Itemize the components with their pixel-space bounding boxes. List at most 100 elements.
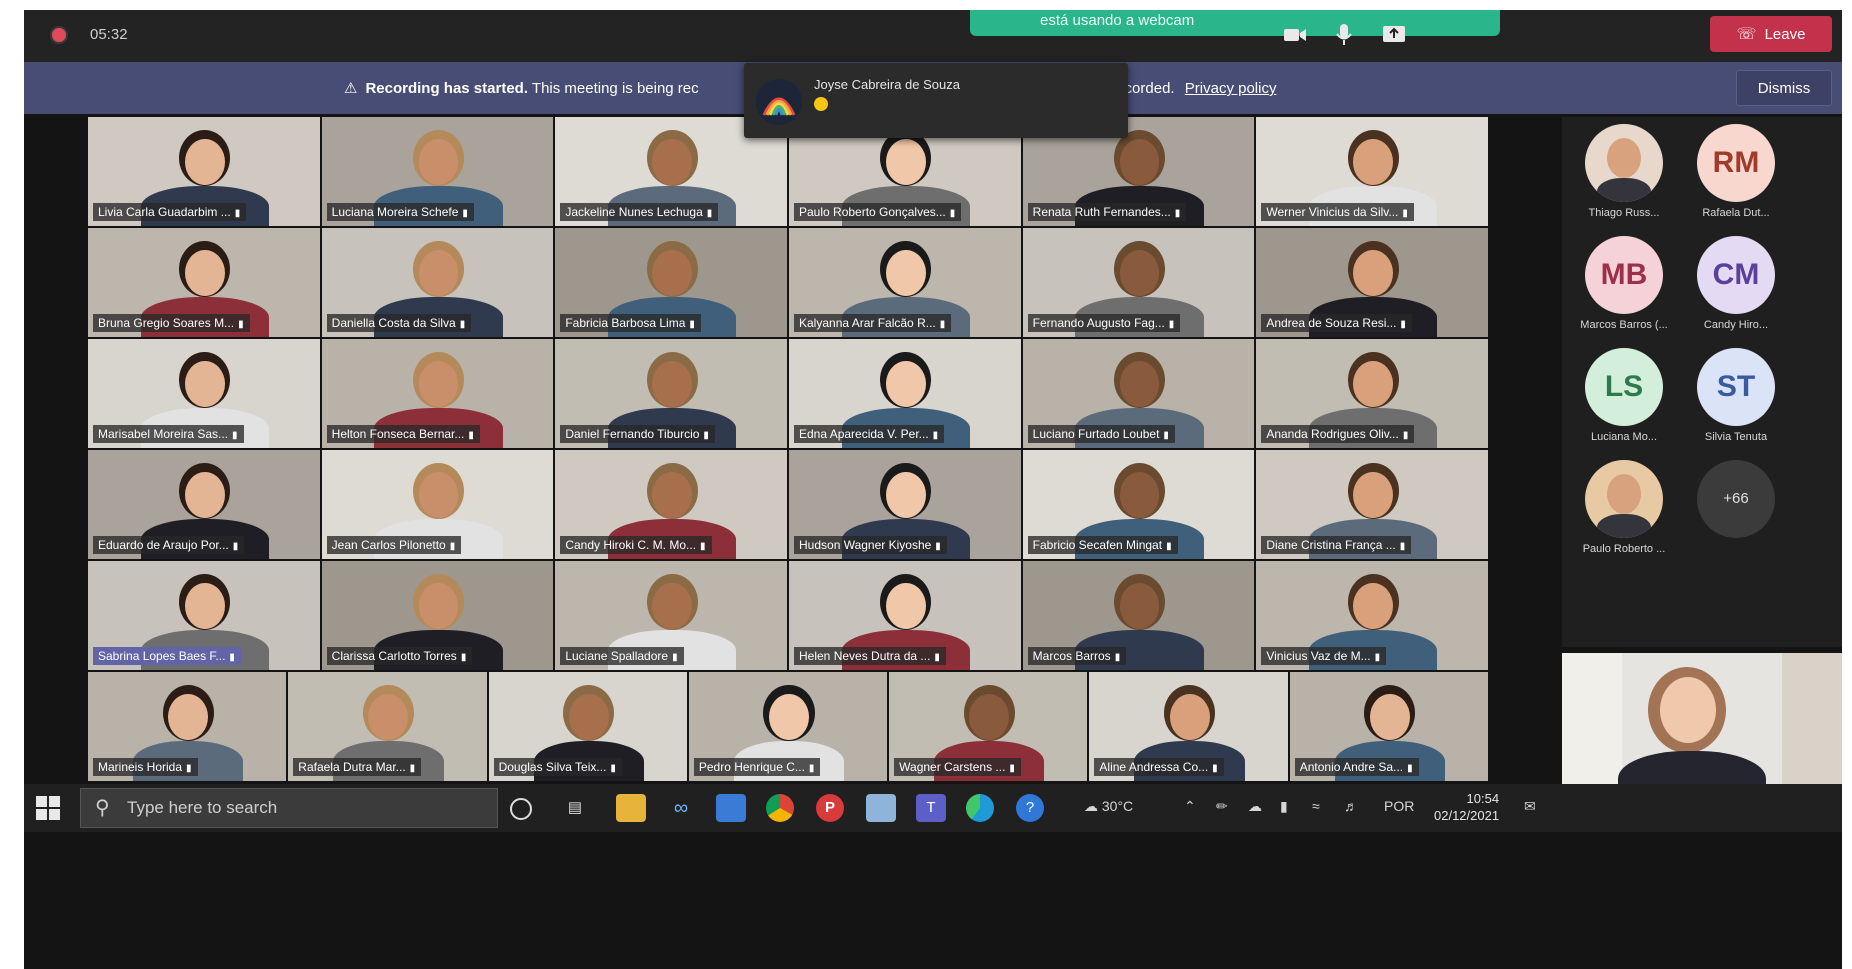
participant-tile[interactable]: Fabricia Barbosa Lima ▮ [555,228,789,339]
participant-tile[interactable]: Andrea de Souza Resi... ▮ [1256,228,1490,339]
cortana-icon[interactable] [510,798,532,820]
participant-name: Andrea de Souza Resi... [1266,316,1397,330]
participant-tile[interactable]: Aline Andressa Co... ▮ [1089,672,1290,783]
participant-tile[interactable]: Diane Cristina França ... ▮ [1256,450,1490,561]
participant-tile[interactable]: Daniel Fernando Tiburcio ▮ [555,339,789,450]
mic-muted-icon: ▮ [232,541,239,552]
participant-name-label: Vinicius Vaz de M... ▮ [1261,647,1387,665]
participant-tile[interactable]: Livia Carla Guadarbim ... ▮ [88,117,322,228]
infinity-app-icon[interactable]: ∞ [666,794,696,822]
mic-muted-icon: ▮ [460,652,467,663]
participant-avatar-label: Rafaela Dut... [1702,207,1770,219]
dismiss-button[interactable]: Dismiss [1736,70,1832,106]
participant-tile[interactable]: Helton Fonseca Bernar... ▮ [321,339,556,450]
participant-name-label: Edna Aparecida V. Per... ▮ [794,425,945,443]
participant-tile[interactable]: Helen Neves Dutra da ... ▮ [789,561,1023,672]
participant-name: Antonio Andre Sa... [1299,760,1404,774]
participant-initials-avatar[interactable]: CM [1697,236,1775,314]
participant-face [769,694,809,741]
participant-face [1169,694,1210,741]
participant-tile[interactable]: Vinicius Vaz de M... ▮ [1256,561,1490,672]
participant-tile[interactable]: Daniella Costa da Silva ▮ [321,228,556,339]
toast-name: Joyse Cabreira de Souza [814,77,960,92]
participant-tile[interactable]: Marcos Barros ▮ [1022,561,1257,672]
mic-muted-icon: ▮ [449,541,456,552]
participant-initials-avatar[interactable]: RM [1697,124,1775,202]
network-app-icon[interactable] [716,794,746,822]
participant-tile[interactable]: Bruna Gregio Soares M... ▮ [88,228,322,339]
participant-tile[interactable]: Edna Aparecida V. Per... ▮ [789,339,1023,450]
search-placeholder: Type here to search [127,798,278,817]
participant-tile[interactable]: Marineis Horida ▮ [88,672,289,783]
more-participants-badge[interactable]: +66 [1697,460,1775,538]
mic-muted-icon: ▮ [234,208,241,219]
participant-tile[interactable]: Marisabel Moreira Sas... ▮ [88,339,322,450]
mic-muted-icon: ▮ [939,319,946,330]
windows-start-icon[interactable] [36,796,60,820]
avatar-shirt [1597,514,1651,538]
edge-icon[interactable] [966,794,994,822]
pdf-app-icon[interactable]: P [816,794,844,822]
participant-tile[interactable]: Luciano Furtado Loubet ▮ [1022,339,1257,450]
participant-name: Livia Carla Guadarbim ... [98,205,231,219]
participant-name-label: Diane Cristina França ... ▮ [1261,536,1412,554]
participant-tile[interactable]: Antonio Andre Sa... ▮ [1289,672,1490,783]
participant-name-label: Ananda Rodrigues Oliv... ▮ [1261,425,1415,443]
participant-initials-avatar[interactable]: ST [1697,348,1775,426]
notifications-icon[interactable]: ✉ [1524,798,1536,815]
participant-face [418,250,459,297]
participant-name: Ananda Rodrigues Oliv... [1266,427,1399,441]
language-indicator[interactable]: POR [1384,798,1414,814]
privacy-policy-link[interactable]: Privacy policy [1185,80,1277,97]
participant-tile[interactable]: Fabricio Secafen Mingat ▮ [1022,450,1257,561]
participant-name-label: Aline Andressa Co... ▮ [1094,758,1224,776]
file-explorer-icon[interactable] [616,794,646,822]
participant-tile[interactable]: Hudson Wagner Kiyoshe ▮ [789,450,1023,561]
participant-tile[interactable]: Rafaela Dutra Mar... ▮ [288,672,489,783]
participant-tile[interactable]: Jean Carlos Pilonetto ▮ [321,450,556,561]
task-view-icon[interactable]: ▤ [560,794,590,822]
chrome-icon[interactable] [766,794,794,822]
participant-tile[interactable]: Sabrina Lopes Baes F... ▮ [88,561,322,672]
mic-muted-icon: ▮ [1163,430,1169,441]
participant-tile[interactable]: Luciane Spalladore ▮ [555,561,789,672]
notes-app-icon[interactable] [866,794,896,822]
participant-initials-avatar[interactable]: LS [1585,348,1663,426]
tray-chevron-icon[interactable]: ⌃ [1184,798,1196,815]
teams-icon[interactable]: T [916,794,946,822]
participant-name: Marineis Horida [98,760,183,774]
participant-photo-avatar[interactable] [1585,124,1663,202]
leave-button[interactable]: ☏ Leave [1710,16,1832,52]
volume-icon[interactable]: ♬ [1344,798,1358,814]
pen-icon[interactable]: ✏ [1216,798,1228,815]
participant-avatar-label: Paulo Roberto ... [1582,543,1666,555]
participant-tile[interactable]: Clarissa Carlotto Torres ▮ [321,561,556,672]
onedrive-icon[interactable]: ☁ [1248,798,1262,815]
help-app-icon[interactable]: ? [1016,794,1044,822]
taskbar-search-input[interactable]: ⚲ Type here to search [80,788,498,828]
participant-name-label: Daniel Fernando Tiburcio ▮ [560,425,715,443]
participant-tile[interactable]: Wagner Carstens ... ▮ [889,672,1090,783]
camera-icon[interactable] [1278,18,1312,52]
participant-tile[interactable]: Luciana Moreira Schefe ▮ [321,117,556,228]
participant-tile[interactable]: Candy Hiroki C. M. Mo... ▮ [555,450,789,561]
participant-name: Luciana Moreira Schefe [331,205,459,219]
weather-widget[interactable]: ☁ 30°C [1084,798,1133,815]
participant-tile[interactable]: Ananda Rodrigues Oliv... ▮ [1256,339,1490,450]
participant-tile[interactable]: Fernando Augusto Fag... ▮ [1022,228,1257,339]
wifi-icon[interactable]: ≈ [1312,798,1320,814]
participant-initials-avatar[interactable]: MB [1585,236,1663,314]
participant-tile[interactable]: Kalyanna Arar Falcão R... ▮ [789,228,1023,339]
taskbar-clock[interactable]: 10:54 02/12/2021 [1434,790,1499,824]
participant-tile[interactable]: Douglas Silva Teix... ▮ [488,672,689,783]
participant-tile[interactable]: Eduardo de Araujo Por... ▮ [88,450,322,561]
microphone-icon[interactable] [1327,18,1361,52]
share-screen-icon[interactable] [1377,18,1411,52]
avatar-shirt [1597,178,1651,202]
participant-photo-avatar[interactable] [1585,460,1663,538]
battery-icon[interactable]: ▮ [1280,798,1288,815]
participant-face [652,250,693,297]
participant-tile[interactable]: Werner Vinicius da Silv... ▮ [1256,117,1490,228]
participant-tile[interactable]: Pedro Henrique C... ▮ [688,672,890,783]
hang-up-icon: ☏ [1736,26,1757,43]
